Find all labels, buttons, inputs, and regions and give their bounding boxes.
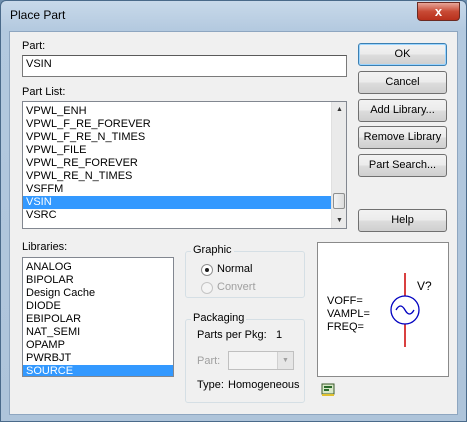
sine-wave-icon: [395, 305, 415, 315]
part-preview: V? VOFF= VAMPL= FREQ=: [317, 242, 449, 377]
part-list-item[interactable]: VSIN: [23, 196, 332, 209]
library-list-item[interactable]: NAT_SEMI: [23, 326, 173, 339]
dialog-body: Part: VSIN Part List: VPWL_ENH VPWL_F_RE_…: [9, 31, 458, 415]
part-select[interactable]: ▼: [228, 351, 294, 370]
part-list-item[interactable]: VSRC: [23, 209, 332, 222]
library-list-item[interactable]: EBIPOLAR: [23, 313, 173, 326]
convert-radio[interactable]: [201, 282, 213, 294]
part-list[interactable]: VPWL_ENH VPWL_F_RE_FOREVER VPWL_F_RE_N_TIM…: [22, 101, 347, 229]
part-list-item[interactable]: VPWL_F_RE_N_TIMES: [23, 131, 332, 144]
part-list-item[interactable]: VSFFM: [23, 183, 332, 196]
place-part-dialog: Place Part x Part: VSIN Part List: VPWL_…: [0, 0, 467, 422]
part-list-item[interactable]: VPWL_RE_FOREVER: [23, 157, 332, 170]
normal-radio-label: Normal: [217, 263, 253, 275]
add-library-button[interactable]: Add Library...: [358, 99, 447, 122]
library-list-item[interactable]: DIODE: [23, 300, 173, 313]
part-search-button[interactable]: Part Search...: [358, 154, 447, 177]
scroll-down-arrow-icon[interactable]: ▼: [332, 213, 346, 228]
cancel-button[interactable]: Cancel: [358, 71, 447, 94]
attr-voff: VOFF=: [327, 295, 363, 307]
ok-button[interactable]: OK: [358, 43, 447, 66]
graphic-title: Graphic: [191, 244, 234, 256]
type-value: Homogeneous: [228, 379, 300, 391]
scroll-thumb[interactable]: [333, 193, 345, 209]
attr-freq: FREQ=: [327, 321, 364, 333]
part-list-scrollbar[interactable]: ▲ ▼: [331, 102, 346, 228]
ref-designator: V?: [417, 279, 432, 293]
library-list-item[interactable]: SOURCE: [23, 365, 173, 376]
part-list-item[interactable]: VPWL_RE_N_TIMES: [23, 170, 332, 183]
libraries-label: Libraries:: [22, 241, 68, 253]
scroll-up-arrow-icon[interactable]: ▲: [332, 102, 346, 117]
library-list-item[interactable]: BIPOLAR: [23, 274, 173, 287]
help-button[interactable]: Help: [358, 209, 447, 232]
chevron-down-icon[interactable]: ▼: [277, 352, 293, 369]
type-label: Type:: [197, 379, 224, 391]
close-button[interactable]: x: [417, 2, 460, 21]
library-icon[interactable]: [321, 383, 335, 397]
part-list-item[interactable]: VPWL_ENH: [23, 105, 332, 118]
parts-per-pkg-value: 1: [276, 329, 283, 341]
library-list-item[interactable]: PWRBJT: [23, 352, 173, 365]
part-list-item[interactable]: VPWL_FILE: [23, 144, 332, 157]
parts-per-pkg-label: Parts per Pkg:: [197, 329, 267, 341]
convert-radio-label: Convert: [217, 281, 256, 293]
part-list-items: VPWL_ENH VPWL_F_RE_FOREVER VPWL_F_RE_N_TIM…: [23, 105, 332, 222]
remove-library-button[interactable]: Remove Library: [358, 126, 447, 149]
library-list-item[interactable]: ANALOG: [23, 261, 173, 274]
part-label: Part:: [22, 40, 46, 52]
libraries-list-items: ANALOG BIPOLAR Design Cache DIODE EBIPOLAR NA…: [23, 261, 173, 376]
library-list-item[interactable]: OPAMP: [23, 339, 173, 352]
library-list-item[interactable]: Design Cache: [23, 287, 173, 300]
part-input[interactable]: VSIN: [22, 55, 347, 77]
part-list-item[interactable]: VPWL_F_RE_FOREVER: [23, 118, 332, 131]
part-list-label: Part List:: [22, 86, 66, 98]
part-select-label: Part:: [197, 355, 221, 367]
packaging-title: Packaging: [191, 312, 247, 324]
title-bar: Place Part x: [1, 1, 466, 31]
window-title: Place Part: [10, 8, 66, 22]
libraries-list[interactable]: ANALOG BIPOLAR Design Cache DIODE EBIPOLAR NA…: [22, 257, 174, 377]
vsin-symbol-icon: V? VOFF= VAMPL= FREQ=: [327, 273, 432, 347]
normal-radio[interactable]: [201, 264, 213, 276]
attr-vampl: VAMPL=: [327, 308, 370, 320]
